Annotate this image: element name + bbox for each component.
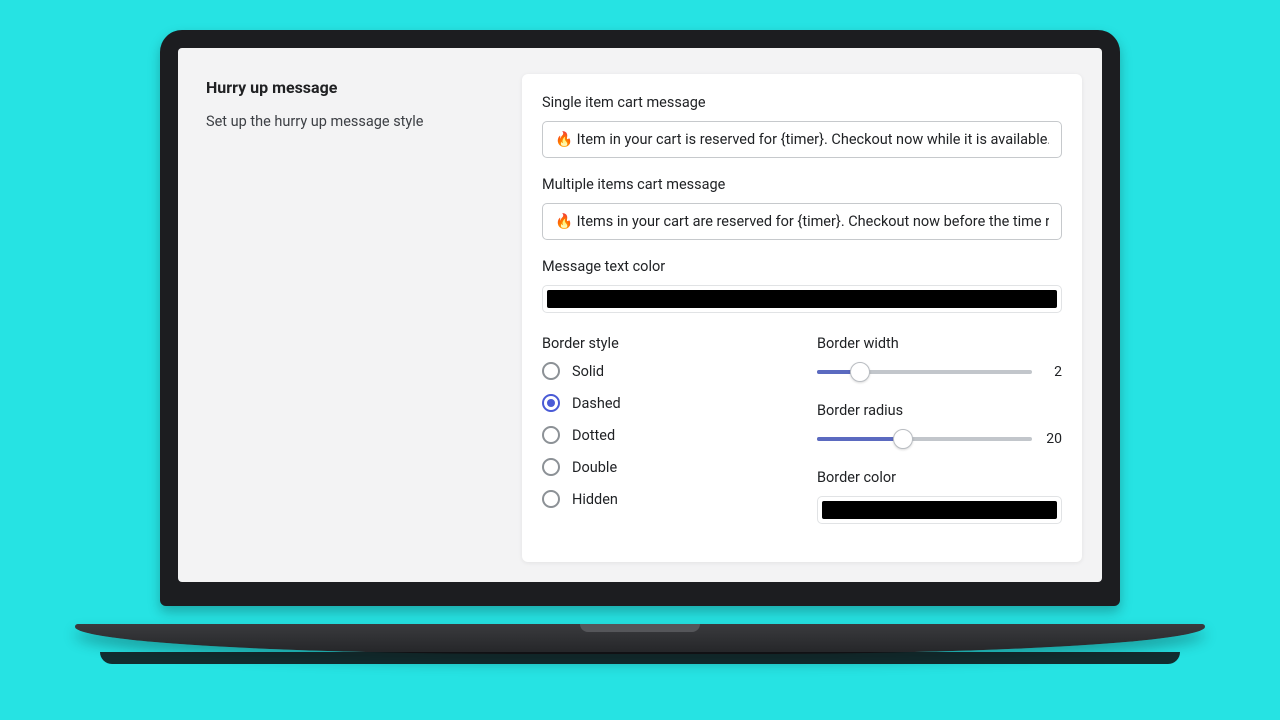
border-width-label: Border width bbox=[817, 335, 1062, 352]
slider-thumb[interactable] bbox=[893, 429, 913, 449]
border-width-slider[interactable] bbox=[817, 362, 1032, 382]
border-radius-block: Border radius 20 bbox=[817, 402, 1062, 449]
radio-hidden[interactable]: Hidden bbox=[542, 490, 787, 508]
radio-dot bbox=[542, 490, 560, 508]
border-color-swatch bbox=[822, 501, 1057, 519]
multi-item-input[interactable] bbox=[542, 203, 1062, 240]
text-color-label: Message text color bbox=[542, 258, 1062, 275]
radio-label: Hidden bbox=[572, 491, 618, 508]
radio-dot bbox=[542, 394, 560, 412]
border-color-block: Border color bbox=[817, 469, 1062, 524]
border-style-radio-group: Solid Dashed Dotted Double Hidden bbox=[542, 362, 787, 508]
radio-label: Double bbox=[572, 459, 617, 476]
radio-dot bbox=[542, 362, 560, 380]
border-style-col: Border style Solid Dashed Dotted Double Hidd… bbox=[542, 335, 787, 524]
radio-dotted[interactable]: Dotted bbox=[542, 426, 787, 444]
border-settings-row: Border style Solid Dashed Dotted Double Hidd… bbox=[542, 335, 1062, 524]
border-width-value: 2 bbox=[1042, 364, 1062, 380]
app-screen: Hurry up message Set up the hurry up mes… bbox=[178, 48, 1102, 582]
section-title: Hurry up message bbox=[206, 78, 496, 97]
border-metrics-col: Border width 2 bbox=[817, 335, 1062, 524]
settings-page: Hurry up message Set up the hurry up mes… bbox=[178, 48, 1102, 582]
border-color-picker[interactable] bbox=[817, 496, 1062, 524]
settings-panel: Single item cart message Multiple items … bbox=[522, 74, 1082, 562]
radio-dot bbox=[542, 426, 560, 444]
border-radius-slider[interactable] bbox=[817, 429, 1032, 449]
section-header: Hurry up message Set up the hurry up mes… bbox=[206, 74, 496, 562]
laptop-mockup: Hurry up message Set up the hurry up mes… bbox=[160, 30, 1120, 606]
laptop-lid: Hurry up message Set up the hurry up mes… bbox=[160, 30, 1120, 606]
radio-dashed[interactable]: Dashed bbox=[542, 394, 787, 412]
text-color-swatch bbox=[547, 290, 1057, 308]
border-radius-value: 20 bbox=[1042, 431, 1062, 447]
radio-label: Dashed bbox=[572, 395, 621, 412]
section-description: Set up the hurry up message style bbox=[206, 113, 496, 130]
border-width-block: Border width 2 bbox=[817, 335, 1062, 382]
multi-item-label: Multiple items cart message bbox=[542, 176, 1062, 193]
radio-solid[interactable]: Solid bbox=[542, 362, 787, 380]
radio-label: Dotted bbox=[572, 427, 615, 444]
text-color-picker[interactable] bbox=[542, 285, 1062, 313]
radio-double[interactable]: Double bbox=[542, 458, 787, 476]
border-color-label: Border color bbox=[817, 469, 1062, 486]
radio-dot bbox=[542, 458, 560, 476]
laptop-feet bbox=[100, 652, 1180, 664]
single-item-label: Single item cart message bbox=[542, 94, 1062, 111]
laptop-notch bbox=[580, 624, 700, 632]
border-style-label: Border style bbox=[542, 335, 787, 352]
single-item-input[interactable] bbox=[542, 121, 1062, 158]
radio-label: Solid bbox=[572, 363, 604, 380]
border-radius-label: Border radius bbox=[817, 402, 1062, 419]
slider-thumb[interactable] bbox=[850, 362, 870, 382]
